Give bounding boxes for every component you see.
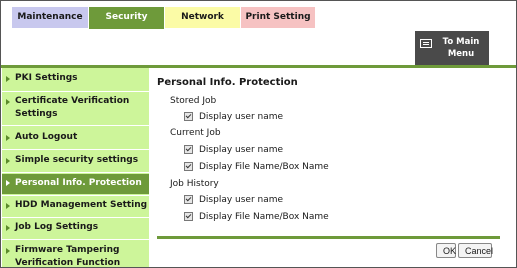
cancel-button[interactable]: Cancel bbox=[458, 243, 493, 258]
checkbox-label: Display user name bbox=[199, 195, 284, 205]
sidebar-item-job-log-settings[interactable]: Job Log Settings bbox=[2, 221, 149, 238]
sidebar-item-label-line2: Verification Function bbox=[15, 258, 121, 268]
checkbox-label: Display File Name/Box Name bbox=[199, 162, 329, 172]
group-label-stored-job: Stored Job bbox=[170, 96, 217, 106]
sidebar-divider bbox=[2, 149, 149, 150]
triangle-right-icon bbox=[6, 248, 10, 254]
menu-list-icon bbox=[420, 39, 432, 48]
sidebar-item-label-line1: Firmware Tampering bbox=[15, 245, 120, 255]
sidebar-item-label: Simple security settings bbox=[15, 155, 139, 165]
content-divider bbox=[157, 236, 500, 239]
sidebar-item-label-line1: Certificate Verification bbox=[15, 96, 130, 106]
checkmark-icon[interactable] bbox=[184, 162, 193, 171]
sidebar-divider bbox=[2, 239, 149, 240]
checkmark-icon[interactable] bbox=[184, 212, 193, 221]
triangle-right-icon bbox=[6, 135, 10, 141]
sidebar-item-label-line2: Settings bbox=[15, 109, 58, 119]
sidebar-item-simple-security-settings[interactable]: Simple security settings bbox=[2, 154, 149, 171]
sidebar-item-label: Personal Info. Protection bbox=[15, 178, 142, 188]
sidebar-divider bbox=[2, 125, 149, 126]
triangle-right-icon bbox=[6, 225, 10, 231]
triangle-right-icon bbox=[6, 203, 10, 209]
to-main-menu-label: To Main Menu bbox=[437, 36, 485, 60]
browser-frame: Maintenance Security Network Print Setti… bbox=[0, 0, 517, 268]
sidebar-divider bbox=[2, 217, 149, 218]
triangle-right-icon bbox=[6, 180, 10, 186]
sidebar-item-label: PKI Settings bbox=[15, 73, 78, 83]
checkbox-label: Display user name bbox=[199, 145, 284, 155]
to-main-menu-label-line2: Menu bbox=[447, 49, 475, 59]
triangle-right-icon bbox=[6, 76, 10, 82]
sidebar-item-hdd-management-setting[interactable]: HDD Management Setting bbox=[2, 199, 149, 216]
sidebar-item-auto-logout[interactable]: Auto Logout bbox=[2, 131, 149, 148]
ok-button[interactable]: OK bbox=[436, 243, 456, 258]
tab-network[interactable]: Network bbox=[165, 7, 240, 28]
checkmark-icon[interactable] bbox=[184, 195, 193, 204]
sidebar-item-label: HDD Management Setting bbox=[15, 200, 148, 210]
group-label-current-job: Current Job bbox=[170, 128, 221, 138]
sidebar-item-label: Job Log Settings bbox=[15, 222, 99, 232]
to-main-menu-button[interactable]: To Main Menu bbox=[415, 31, 489, 65]
sidebar-item-personal-info-protection[interactable]: Personal Info. Protection bbox=[2, 174, 149, 194]
triangle-right-icon bbox=[6, 99, 10, 105]
group-label-job-history: Job History bbox=[170, 179, 219, 189]
sidebar-item-firmware-tampering-verification[interactable]: Firmware Tampering Verification Function bbox=[2, 244, 149, 268]
sidebar: PKI Settings Certificate Verification Se… bbox=[2, 68, 149, 268]
checkmark-icon[interactable] bbox=[184, 112, 193, 121]
checkbox-label: Display user name bbox=[199, 112, 284, 122]
tab-print-setting[interactable]: Print Setting bbox=[241, 7, 315, 28]
page-title: Personal Info. Protection bbox=[157, 77, 298, 88]
sidebar-item-certificate-verification-settings[interactable]: Certificate Verification Settings bbox=[2, 95, 149, 123]
to-main-menu-label-line1: To Main bbox=[442, 37, 480, 47]
sidebar-divider bbox=[2, 172, 149, 173]
sidebar-divider bbox=[2, 195, 149, 196]
tab-maintenance[interactable]: Maintenance bbox=[12, 7, 88, 28]
sidebar-divider bbox=[2, 91, 149, 92]
checkmark-icon[interactable] bbox=[184, 145, 193, 154]
checkbox-label: Display File Name/Box Name bbox=[199, 212, 329, 222]
tab-security[interactable]: Security bbox=[89, 7, 164, 29]
sidebar-item-pki-settings[interactable]: PKI Settings bbox=[2, 72, 149, 89]
sidebar-item-label: Auto Logout bbox=[15, 132, 78, 142]
triangle-right-icon bbox=[6, 158, 10, 164]
